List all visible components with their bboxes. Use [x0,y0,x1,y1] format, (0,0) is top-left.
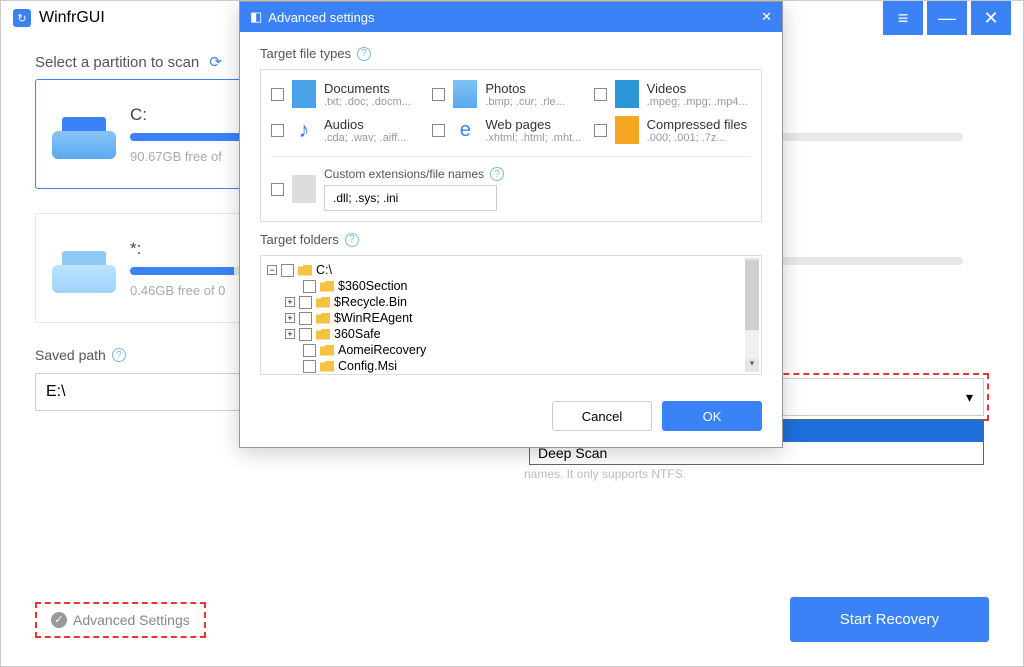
target-types-label: Target file types [260,46,351,61]
audio-icon: ♪ [292,116,316,144]
folder-icon [316,329,330,340]
expander-icon[interactable]: + [285,329,295,339]
drive-icon [52,243,116,293]
folder-icon [316,297,330,308]
advanced-settings-dialog: ◧ Advanced settings ✕ Target file types ?… [239,1,783,448]
document-icon [292,80,316,108]
target-folders-label: Target folders [260,232,339,247]
folder-icon [320,345,334,356]
checkbox-custom[interactable] [271,183,284,196]
help-icon[interactable]: ? [345,233,359,247]
checkbox[interactable] [432,88,445,101]
app-title: WinfrGUI [39,9,105,27]
refresh-icon[interactable]: ⟳ [209,53,222,71]
help-icon[interactable]: ? [490,167,504,181]
close-button[interactable]: ✕ [971,1,1011,35]
expander-icon[interactable]: + [285,297,295,307]
custom-extensions-input[interactable] [324,185,497,211]
web-icon: e [453,116,477,144]
video-icon [615,80,639,108]
dialog-title: Advanced settings [268,10,374,25]
expander-icon[interactable]: + [285,313,295,323]
folder-icon [316,313,330,324]
folder-icon [320,361,334,372]
folder-icon [298,265,312,276]
checkbox[interactable] [271,88,284,101]
drive-icon [52,109,116,159]
advanced-settings-button[interactable]: ✓ Advanced Settings [35,602,206,638]
type-documents[interactable]: Documents.txt; .doc; .docm... [271,80,428,108]
type-compressed[interactable]: Compressed files.000; .001; .7z... [594,116,751,144]
archive-icon [615,116,639,144]
dialog-close-icon[interactable]: ✕ [761,9,772,25]
checkbox[interactable] [432,124,445,137]
check-icon: ✓ [51,612,67,628]
custom-icon [292,175,316,203]
photo-icon [453,80,477,108]
type-photos[interactable]: Photos.bmp; .cur; .rle... [432,80,589,108]
checkbox[interactable] [594,88,607,101]
help-icon[interactable]: ? [357,47,371,61]
type-webpages[interactable]: eWeb pages.xhtml; .html; .mht... [432,116,589,144]
checkbox[interactable] [594,124,607,137]
cancel-button[interactable]: Cancel [552,401,652,431]
minimize-button[interactable]: — [927,1,967,35]
folder-icon [320,281,334,292]
scrollbar[interactable]: ▴▾ [745,258,759,372]
folder-tree[interactable]: −C:\ $360Section +$Recycle.Bin +$WinREAg… [260,255,762,375]
select-partition-label: Select a partition to scan [35,54,199,71]
scan-hint: names. It only supports NTFS. [524,467,989,481]
menu-button[interactable]: ≡ [883,1,923,35]
saved-path-label: Saved path [35,347,106,363]
dialog-icon: ◧ [250,9,262,25]
help-icon[interactable]: ? [112,348,126,362]
app-icon: ↻ [13,9,31,27]
type-videos[interactable]: Videos.mpeg; .mpg; .mp4... [594,80,751,108]
expander-icon[interactable]: − [267,265,277,275]
ok-button[interactable]: OK [662,401,762,431]
checkbox[interactable] [271,124,284,137]
type-audios[interactable]: ♪Audios.cda; .wav; .aiff... [271,116,428,144]
chevron-down-icon: ▾ [966,389,973,406]
start-recovery-button[interactable]: Start Recovery [790,597,989,642]
